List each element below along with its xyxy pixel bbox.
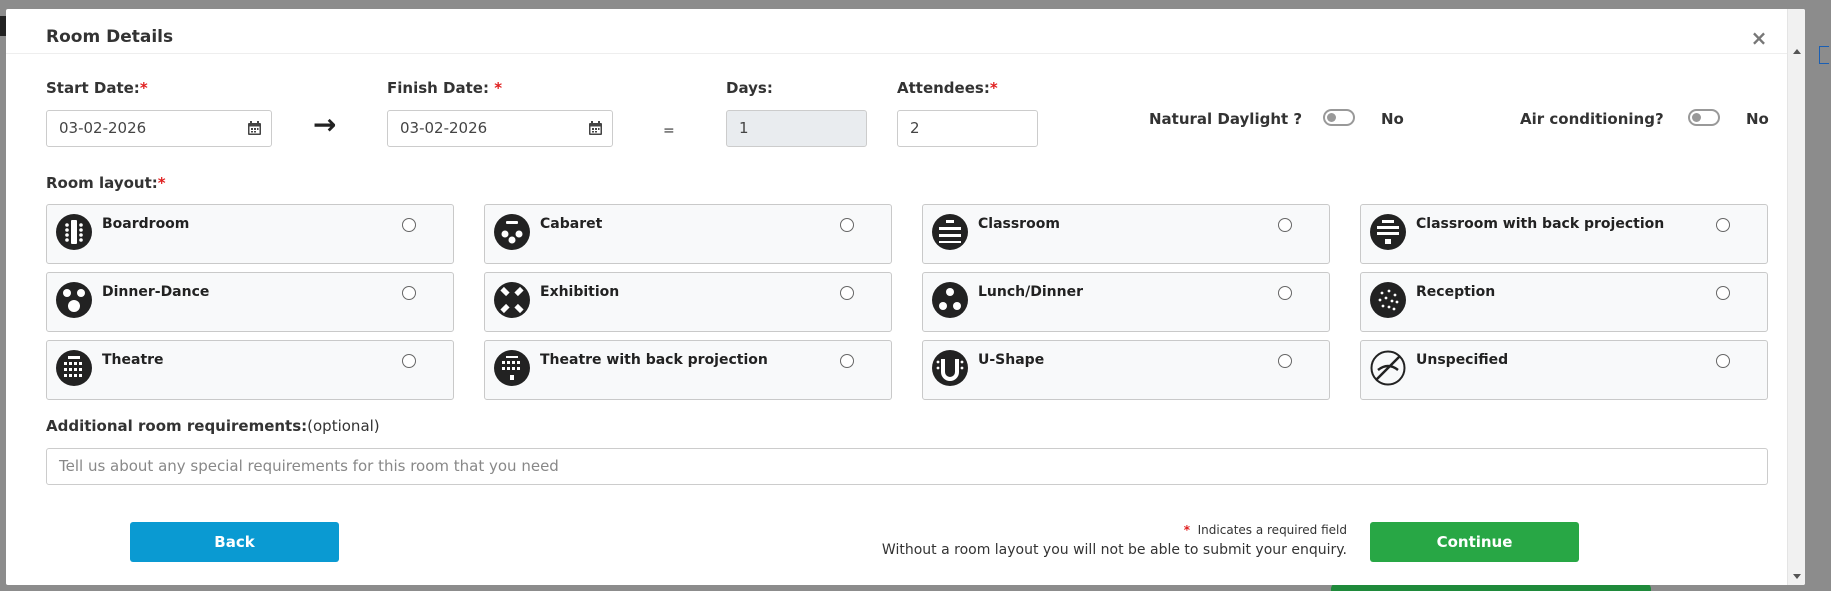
layout-option-exhibition[interactable]: Exhibition <box>484 272 892 332</box>
air-conditioning-value: No <box>1746 110 1769 128</box>
theatre-icon <box>56 350 92 386</box>
finish-date-input[interactable]: 03-02-2026 <box>387 110 613 147</box>
layout-radio[interactable] <box>1716 286 1730 300</box>
layout-option-label: Lunch/Dinner <box>978 284 1083 300</box>
layout-radio[interactable] <box>1278 354 1292 368</box>
layout-option-unspecified[interactable]: Unspecified <box>1360 340 1768 400</box>
equals-sign: = <box>663 123 675 139</box>
start-date-value: 03-02-2026 <box>59 119 147 137</box>
layout-radio[interactable] <box>840 218 854 232</box>
layout-option-label: Reception <box>1416 284 1496 300</box>
layout-option-label: Classroom with back projection <box>1416 216 1665 232</box>
modal-scrollbar[interactable] <box>1787 9 1805 585</box>
layout-option-theatre-back-projection[interactable]: Theatre with back projection <box>484 340 892 400</box>
layout-radio[interactable] <box>1716 218 1730 232</box>
required-mark: * <box>1183 523 1190 537</box>
start-date-input[interactable]: 03-02-2026 <box>46 110 272 147</box>
layout-option-lunch-dinner[interactable]: Lunch/Dinner <box>922 272 1330 332</box>
required-mark: * <box>157 174 166 192</box>
finish-date-label: Finish Date: * <box>387 79 503 97</box>
modal-header: Room Details × <box>6 9 1787 54</box>
layout-option-cabaret[interactable]: Cabaret <box>484 204 892 264</box>
cabaret-icon <box>494 214 530 250</box>
arrow-right-icon: → <box>313 108 337 141</box>
back-button[interactable]: Back <box>130 522 339 562</box>
air-conditioning-toggle[interactable] <box>1688 109 1720 126</box>
layout-option-reception[interactable]: Reception <box>1360 272 1768 332</box>
layout-radio[interactable] <box>402 218 416 232</box>
layout-option-boardroom[interactable]: Boardroom <box>46 204 454 264</box>
layout-option-classroom-back-projection[interactable]: Classroom with back projection <box>1360 204 1768 264</box>
layout-option-label: Theatre <box>102 352 164 368</box>
layout-option-label: U-Shape <box>978 352 1045 368</box>
layout-radio[interactable] <box>402 354 416 368</box>
classroom-projection-icon <box>1370 214 1406 250</box>
attendees-label: Attendees:* <box>897 79 998 97</box>
additional-requirements-input[interactable]: Tell us about any special requirements f… <box>46 448 1768 485</box>
layout-radio[interactable] <box>1278 218 1292 232</box>
layout-option-label: Exhibition <box>540 284 620 300</box>
start-date-label: Start Date:* <box>46 79 148 97</box>
scroll-down-icon[interactable] <box>1793 574 1801 579</box>
layout-radio[interactable] <box>840 354 854 368</box>
layout-option-label: Boardroom <box>102 216 190 232</box>
calendar-icon[interactable] <box>589 121 602 135</box>
natural-daylight-toggle[interactable] <box>1323 109 1355 126</box>
exhibition-icon <box>494 282 530 318</box>
required-mark: * <box>139 79 148 97</box>
air-conditioning-label: Air conditioning? <box>1520 110 1664 128</box>
required-mark: * <box>494 79 503 97</box>
days-label: Days: <box>726 79 773 97</box>
optional-tag: (optional) <box>307 417 380 435</box>
natural-daylight-label: Natural Daylight ? <box>1149 110 1303 128</box>
u-shape-icon <box>932 350 968 386</box>
layout-option-label: Classroom <box>978 216 1060 232</box>
layout-option-u-shape[interactable]: U-Shape <box>922 340 1330 400</box>
layout-radio[interactable] <box>402 286 416 300</box>
classroom-icon <box>932 214 968 250</box>
layout-option-label: Unspecified <box>1416 352 1509 368</box>
modal-title: Room Details <box>46 27 174 47</box>
layout-option-classroom[interactable]: Classroom <box>922 204 1330 264</box>
layout-option-dinner-dance[interactable]: Dinner-Dance <box>46 272 454 332</box>
reception-icon <box>1370 282 1406 318</box>
days-field: 1 <box>726 110 867 147</box>
dinner-dance-icon <box>56 282 92 318</box>
layout-radio[interactable] <box>1278 286 1292 300</box>
unspecified-icon <box>1370 350 1406 386</box>
calendar-icon[interactable] <box>248 121 261 135</box>
boardroom-icon <box>56 214 92 250</box>
required-mark: * <box>989 79 998 97</box>
layout-option-theatre[interactable]: Theatre <box>46 340 454 400</box>
background-page-link-edge <box>1819 46 1829 64</box>
additional-requirements-label: Additional room requirements:(optional) <box>46 417 380 435</box>
attendees-input[interactable]: 2 <box>897 110 1038 147</box>
room-details-modal: Room Details × Start Date:* 03-02-2026 →… <box>6 9 1805 585</box>
natural-daylight-value: No <box>1381 110 1404 128</box>
scroll-up-icon[interactable] <box>1793 49 1801 54</box>
room-layout-warning: Without a room layout you will not be ab… <box>881 542 1347 558</box>
layout-option-label: Theatre with back projection <box>540 352 768 368</box>
continue-button[interactable]: Continue <box>1370 522 1579 562</box>
close-icon[interactable]: × <box>1750 28 1768 48</box>
room-layout-label: Room layout:* <box>46 174 166 192</box>
layout-radio[interactable] <box>1716 354 1730 368</box>
layout-option-label: Dinner-Dance <box>102 284 210 300</box>
layout-option-label: Cabaret <box>540 216 603 232</box>
theatre-projection-icon <box>494 350 530 386</box>
lunch-dinner-icon <box>932 282 968 318</box>
layout-radio[interactable] <box>840 286 854 300</box>
finish-date-value: 03-02-2026 <box>400 119 488 137</box>
required-field-note: * Indicates a required field <box>1183 523 1347 537</box>
